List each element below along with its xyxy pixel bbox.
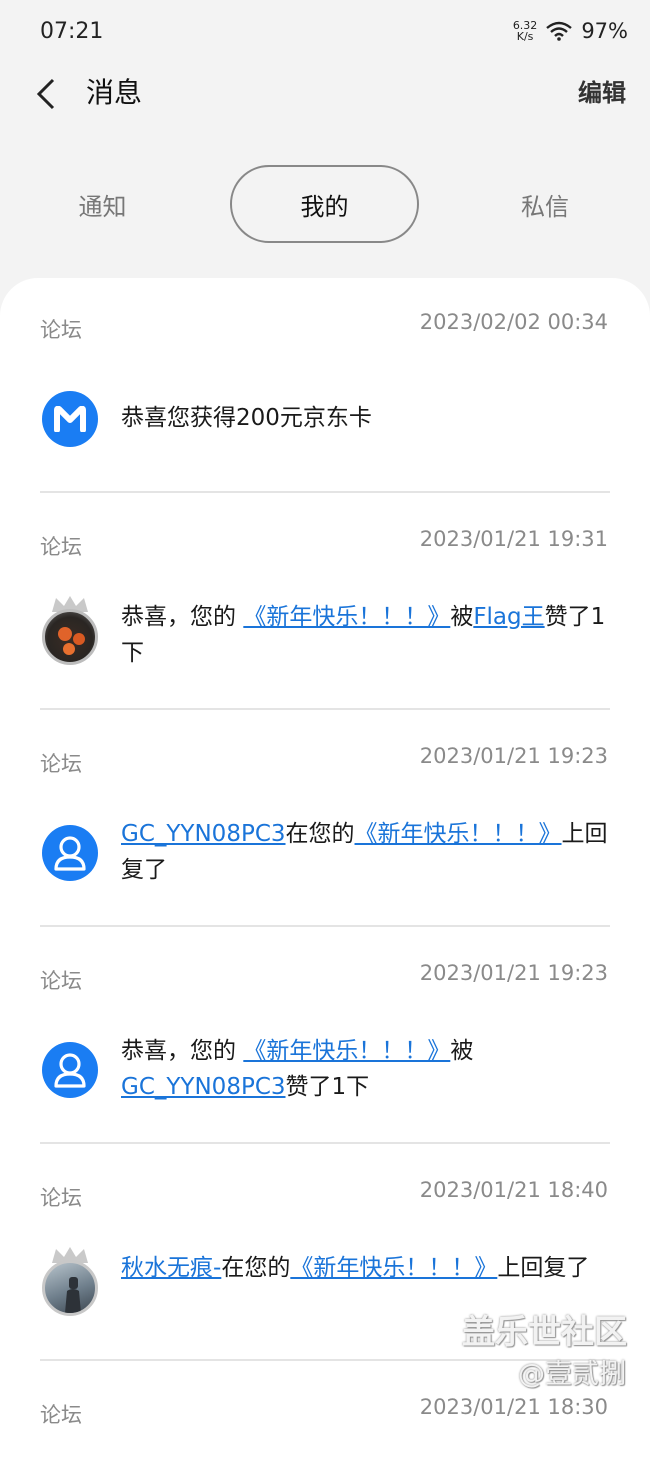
m-logo-icon (42, 391, 98, 447)
message-text-fragment: 在您的 (285, 821, 355, 847)
watermark-brand: 盖乐世社区 (462, 1312, 627, 1351)
message-text-fragment: 被 (450, 604, 474, 630)
message-category: 论坛 (40, 318, 82, 342)
default-user-icon[interactable] (42, 825, 98, 881)
message-link[interactable]: 《新年快乐！！！》 (355, 821, 562, 847)
watermark-author: @壹贰捌 (518, 1359, 626, 1390)
message-time: 2023/01/21 19:23 (419, 961, 608, 985)
battery-level: 97% (581, 19, 628, 43)
message-time: 2023/02/02 00:34 (419, 310, 608, 334)
divider (40, 1142, 610, 1144)
back-arrow-icon (36, 78, 55, 110)
message-text-fragment: 恭喜您获得200元京东卡 (121, 405, 372, 431)
wifi-icon (546, 21, 573, 41)
status-time: 07:21 (40, 18, 104, 44)
tab-private-messages[interactable]: 私信 (440, 165, 650, 243)
message-link[interactable]: 《新年快乐！！！》 (243, 604, 450, 630)
message-text-fragment: 赞了1下 (285, 1074, 370, 1100)
net-speed: 6.32 K/s (513, 20, 538, 42)
message-time: 2023/01/21 18:40 (419, 1178, 608, 1202)
message-text: GC_YYN08PC3在您的《新年快乐！！！》上回复了 (121, 816, 611, 888)
page-title: 消息 (86, 76, 143, 109)
message-category: 论坛 (40, 969, 82, 993)
message-text: 秋水无痕-在您的《新年快乐！！！》上回复了 (121, 1250, 611, 1286)
tab-notifications[interactable]: 通知 (0, 165, 205, 243)
message-text: 恭喜，您的 《新年快乐！！！》被Flag王赞了1下 (121, 599, 611, 671)
message-category: 论坛 (40, 1403, 82, 1427)
divider (40, 925, 610, 927)
message-category: 论坛 (40, 535, 82, 559)
message-link[interactable]: GC_YYN08PC3 (121, 1074, 286, 1100)
divider (40, 491, 610, 493)
message-text: 恭喜，您的 《新年快乐！！！》被 GC_YYN08PC3赞了1下 (121, 1033, 611, 1105)
message-link[interactable]: 《新年快乐！！！》 (243, 1038, 450, 1064)
message-link[interactable]: Flag王 (473, 604, 544, 630)
message-text-fragment: 恭喜，您的 (121, 604, 244, 630)
message-text: 恭喜您获得200元京东卡 (121, 400, 611, 436)
edit-button[interactable]: 编辑 (578, 76, 626, 110)
user-avatar[interactable] (42, 1260, 98, 1316)
message-text-fragment: 被 (450, 1038, 474, 1064)
message-text-fragment: 恭喜，您的 (121, 1038, 244, 1064)
back-button[interactable] (26, 74, 66, 114)
divider (40, 708, 610, 710)
message-time: 2023/01/21 19:23 (419, 744, 608, 768)
app-bar: 消息 编辑 (0, 62, 650, 124)
message-text-fragment: 在您的 (221, 1255, 291, 1281)
message-link[interactable]: 秋水无痕- (121, 1255, 221, 1281)
message-link[interactable]: GC_YYN08PC3 (121, 821, 286, 847)
message-text-fragment: 上回复了 (497, 1255, 590, 1281)
status-bar: 07:21 6.32 K/s 97% (0, 0, 650, 62)
tab-mine[interactable]: 我的 (230, 165, 419, 243)
message-link[interactable]: 《新年快乐！！！》 (290, 1255, 497, 1281)
user-avatar[interactable] (42, 609, 98, 665)
message-category: 论坛 (40, 752, 82, 776)
message-time: 2023/01/21 18:30 (419, 1395, 608, 1419)
status-right: 6.32 K/s 97% (513, 19, 628, 43)
message-list: 论坛 2023/02/02 00:34 恭喜您获得200元京东卡 论坛 2023… (0, 278, 650, 1478)
net-speed-unit: K/s (516, 30, 534, 43)
default-user-icon[interactable] (42, 1042, 98, 1098)
message-time: 2023/01/21 19:31 (419, 527, 608, 551)
message-category: 论坛 (40, 1186, 82, 1210)
tab-bar: 通知 我的 私信 (0, 165, 650, 243)
